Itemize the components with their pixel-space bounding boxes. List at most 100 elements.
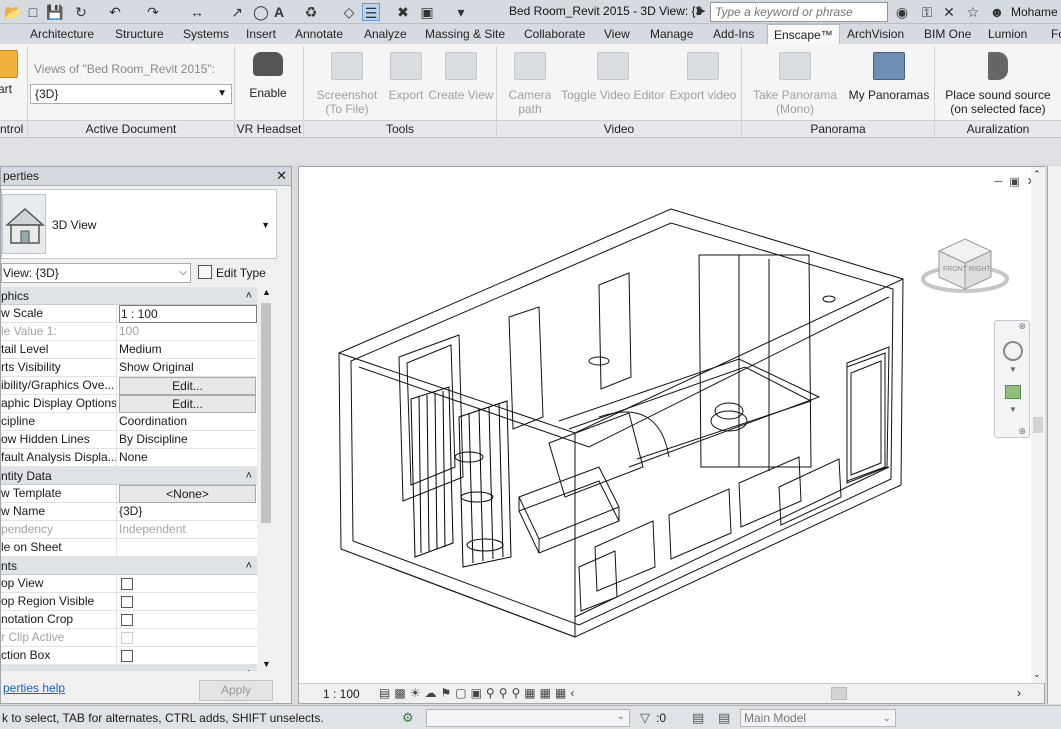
tag-icon[interactable]: ◯ [252,3,270,21]
key-icon[interactable]: ⚿ [918,3,936,21]
worksharing-icon[interactable]: ▦ [524,686,539,700]
project-browser-edge[interactable] [1047,166,1061,704]
property-value[interactable]: Coordination [119,413,257,431]
thin-lines-icon[interactable]: ☰ [362,3,380,21]
design-option-dropdown[interactable]: Main Model ⌄ [740,709,896,727]
close-icon[interactable]: ✕ [276,169,287,183]
tab-view[interactable]: View [598,24,636,44]
tab-structure[interactable]: Structure [109,24,170,44]
user-name[interactable]: Mohame [1011,5,1058,19]
favorites-icon[interactable]: ☆ [964,3,982,21]
binoculars-icon[interactable]: ◉ [893,3,911,21]
tab-lumion[interactable]: Lumion [982,24,1033,44]
sun-path-icon[interactable]: ☀ [410,686,425,700]
undo-icon[interactable]: ↶ [106,3,124,21]
take-panorama-button[interactable]: Take Panorama (Mono) [750,52,840,116]
scroll-down-icon[interactable]: ⌄ [1033,669,1041,680]
shadows-icon[interactable]: ☁ [424,686,440,700]
editable-only-icon[interactable]: ▤ [718,710,730,726]
expand-search-icon[interactable]: ▶ [697,4,709,20]
collapse-icon[interactable]: ˄ [246,287,252,305]
customize-icon[interactable]: ⊕ [1018,426,1026,437]
tab-add-ins[interactable]: Add-Ins [707,24,760,44]
viewcube[interactable]: FRONT RIGHT [919,229,1009,299]
search-box[interactable] [710,2,888,22]
3d-view-icon[interactable]: ♻ [302,3,320,21]
open-icon[interactable]: □ [24,3,42,21]
property-edit-button[interactable]: Edit... [119,377,256,395]
chevron-down-icon[interactable]: ▼ [261,220,270,230]
scroll-down-icon[interactable]: ▼ [262,659,271,669]
property-value[interactable]: 1 : 100 [119,305,257,323]
property-value[interactable]: Show Original [119,359,257,377]
view-control-icons[interactable]: ▤▩☀☁⚑▢▣⚲⚲⚲▦▦▦‹ [379,686,578,700]
chevron-down-icon[interactable]: ▼ [1009,405,1017,414]
3d-view-window[interactable]: ─ ▣ ✕ FRONT RIGHT ⊗ ▼ ▼ ⊕ ⌃ ⌄ 1: 100 ▤▩… [298,166,1045,704]
design-options-icon[interactable]: ▤ [692,710,704,726]
scroll-right-icon[interactable]: › [1017,686,1021,700]
tab-bim-one[interactable]: BIM One [918,24,977,44]
collapse-icon[interactable]: ˄ [246,665,252,671]
reveal-constraints-icon[interactable]: ▦ [555,686,570,700]
property-checkbox[interactable] [121,578,133,590]
apply-button[interactable]: Apply [199,680,273,701]
tab-systems[interactable]: Systems [177,24,235,44]
steering-wheel-icon[interactable] [1003,341,1023,361]
tab-annotate[interactable]: Annotate [289,24,349,44]
measure-icon[interactable]: ↔ [188,3,206,21]
dimension-icon[interactable]: ↗ [228,3,246,21]
reveal-hidden-icon[interactable]: ⚲ [512,686,525,700]
lock-view-icon[interactable]: ⚲ [486,686,499,700]
close-icon[interactable]: ⊗ [1018,321,1026,332]
render-icon[interactable]: ⚑ [440,686,455,700]
text-icon[interactable]: A [270,3,288,21]
property-value[interactable] [119,539,257,557]
property-value[interactable]: Medium [119,341,257,359]
collapse-icon[interactable]: ˄ [246,467,252,485]
group-header[interactable]: phics ˄ [1,287,257,305]
tab-massing-site[interactable]: Massing & Site [419,24,511,44]
collapse-icon[interactable]: ˄ [246,557,252,575]
scroll-up-icon[interactable]: ⌃ [1033,169,1041,180]
view-vertical-scrollbar[interactable]: ⌃ ⌄ [1031,167,1045,683]
screenshot-button[interactable]: Screenshot (To File) [312,52,382,116]
views-of-dropdown[interactable]: {3D} ▼ [30,84,232,104]
switch-windows-icon[interactable]: ▣ [418,3,436,21]
instance-selector[interactable]: View: {3D} ⌵ [1,263,191,283]
temp-hide-icon[interactable]: ⚲ [499,686,512,700]
enable-vr-button[interactable]: Enable [240,52,296,100]
exchange-icon[interactable]: ✕ [940,3,958,21]
sync-icon[interactable]: ↻ [72,3,90,21]
show-crop-icon[interactable]: ▣ [471,686,486,700]
detail-level-icon[interactable]: ▤ [379,686,394,700]
camera-path-button[interactable]: Camera path [504,52,556,116]
view-scale[interactable]: 1 : 100 [323,687,360,701]
property-value[interactable]: By Discipline [119,431,257,449]
tab-collaborate[interactable]: Collaborate [518,24,591,44]
search-input[interactable] [711,3,887,21]
tab-enscape[interactable]: Enscape™ [767,24,840,45]
export-video-button[interactable]: Export video [668,52,738,102]
property-edit-button[interactable]: <None> [119,485,256,503]
property-checkbox[interactable] [121,614,133,626]
workset-dropdown[interactable]: ⌄ [426,709,630,727]
crop-view-icon[interactable]: ▢ [455,686,470,700]
property-checkbox[interactable] [121,596,133,608]
tab-form[interactable]: Form [1045,24,1061,44]
worksets-icon[interactable]: ⚙ [402,710,414,726]
start-button[interactable]: art [0,50,20,96]
tab-archvision[interactable]: ArchVision [841,24,910,44]
my-panoramas-button[interactable]: My Panoramas [846,52,932,102]
property-edit-button[interactable]: Edit... [119,395,256,413]
tab-insert[interactable]: Insert [240,24,282,44]
filter-icon[interactable]: ▽ [640,710,650,726]
redo-icon[interactable]: ↷ [144,3,162,21]
customize-qat-icon[interactable]: ▾ [452,3,470,21]
scroll-thumb[interactable] [1033,417,1043,433]
group-header[interactable]: ntity Data ˄ [1,467,257,485]
create-view-button[interactable]: Create View [428,52,494,102]
place-sound-source-button[interactable]: Place sound source (on selected face) [940,52,1056,116]
close-hidden-icon[interactable]: ✖ [394,3,412,21]
property-checkbox[interactable] [121,650,133,662]
tab-manage[interactable]: Manage [644,24,699,44]
